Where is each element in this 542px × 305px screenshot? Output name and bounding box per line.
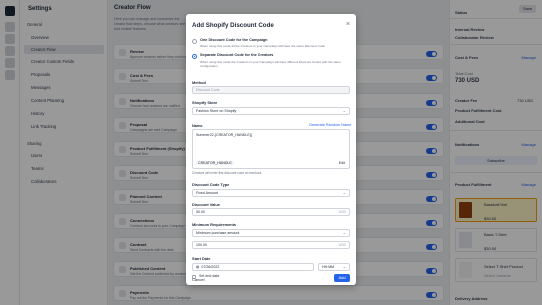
- option-two-label: Separate Discount Code for the Creators: [200, 53, 274, 57]
- min-select[interactable]: Minimum purchase amount ⌄: [192, 229, 350, 237]
- name-label: Name: [192, 123, 203, 128]
- type-label: Discount Code Type: [192, 182, 230, 187]
- creator-handle-chip[interactable]: CREATOR_HANDLE: [196, 161, 234, 165]
- option-one-label: One Discount Code for the Campaign: [200, 38, 268, 42]
- min-label: Minimum Requirements: [192, 222, 237, 227]
- start-date-label: Start Date: [192, 256, 211, 261]
- method-label: Method: [192, 80, 206, 85]
- cancel-button[interactable]: Cancel: [192, 276, 204, 284]
- generate-random-name-link[interactable]: Generate Random Name: [309, 123, 351, 127]
- chevron-down-icon: ⌄: [342, 264, 346, 269]
- chevron-down-icon: ⌄: [342, 230, 346, 235]
- min-unit: USD: [338, 243, 346, 247]
- radio-separate-code[interactable]: [192, 54, 197, 59]
- start-date-value: 07/26/2022: [201, 265, 220, 269]
- add-button[interactable]: Add: [334, 274, 350, 282]
- name-hint: Creators will enter this discount code a…: [192, 171, 262, 175]
- chevron-down-icon: ⌄: [342, 190, 346, 195]
- modal-title: Add Shopify Discount Code: [192, 22, 274, 29]
- type-value: Fixed Amount: [196, 191, 218, 195]
- store-value: Fashion Store on Shopify: [196, 109, 237, 113]
- close-icon[interactable]: ×: [346, 21, 350, 28]
- edit-button[interactable]: Edit: [339, 161, 345, 165]
- name-editor[interactable]: Summer22-{CREATOR_HANDLE}} CREATOR_HANDL…: [192, 129, 350, 169]
- method-value: Discount Code: [196, 88, 220, 92]
- cancel-label: Cancel: [192, 277, 205, 282]
- radio-one-code[interactable]: [192, 39, 197, 44]
- option-two-desc: When using this mode the Creators in you…: [200, 60, 341, 68]
- add-label: Add: [338, 275, 346, 280]
- name-value: Summer22-{CREATOR_HANDLE}}: [196, 133, 253, 137]
- value-label: Discount Value: [192, 202, 220, 207]
- min-amount-value: 100.00: [196, 243, 207, 247]
- method-select: Discount Code: [192, 86, 350, 94]
- value-value: 50.00: [196, 210, 205, 214]
- start-time-input[interactable]: HH:MM ⌄: [318, 263, 350, 271]
- type-select[interactable]: Fixed Amount ⌄: [192, 189, 350, 197]
- start-time-value: HH:MM: [322, 265, 335, 269]
- discount-code-modal: Add Shopify Discount Code × One Discount…: [186, 14, 356, 285]
- option-one-desc: When using this mode all the Creators in…: [200, 44, 326, 48]
- calendar-icon: ▦: [196, 265, 200, 269]
- store-label: Shopify Store: [192, 100, 218, 105]
- store-select[interactable]: Fashion Store on Shopify ⌄: [192, 107, 350, 115]
- chevron-down-icon: ⌄: [342, 108, 346, 113]
- value-input[interactable]: 50.00 USD: [192, 208, 350, 216]
- min-amount-input[interactable]: 100.00 USD: [192, 241, 350, 249]
- min-value: Minimum purchase amount: [196, 231, 240, 235]
- value-unit: USD: [338, 210, 346, 214]
- start-date-input[interactable]: ▦ 07/26/2022: [192, 263, 314, 271]
